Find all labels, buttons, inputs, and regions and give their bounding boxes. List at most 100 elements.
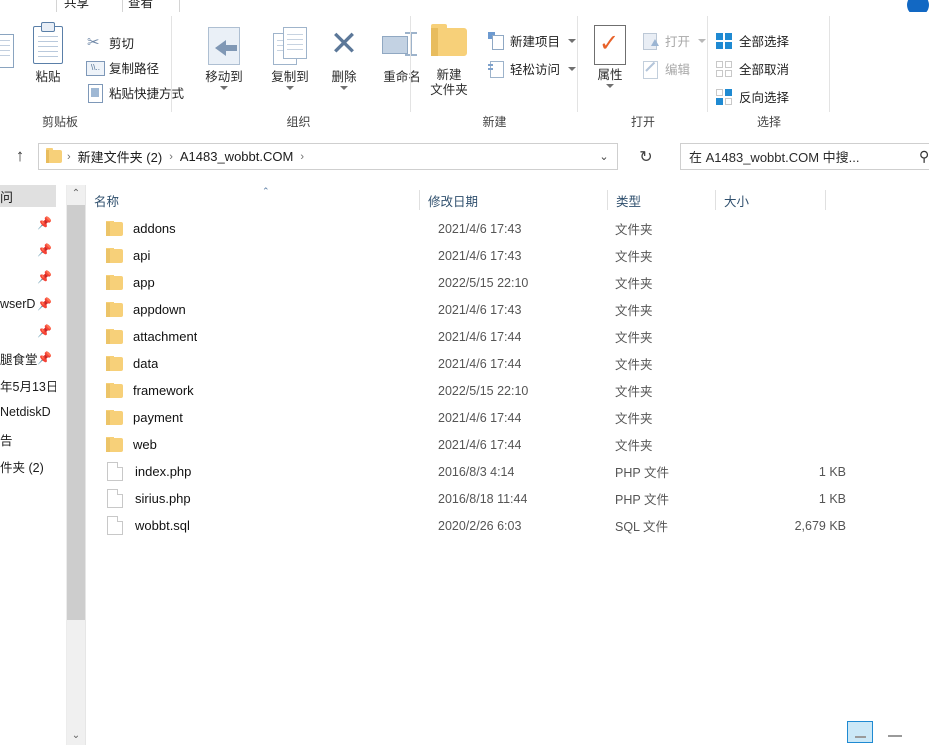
file-name-cell: framework: [106, 383, 194, 398]
table-row[interactable]: framework 2022/5/15 22:10 文件夹: [86, 377, 929, 404]
nav-item-10[interactable]: 件夹 (2): [0, 455, 56, 477]
paste-button[interactable]: 粘贴: [16, 22, 80, 85]
table-row[interactable]: data 2021/4/6 17:44 文件夹: [86, 350, 929, 377]
pin-icon[interactable]: 📌: [37, 270, 52, 284]
pin-icon[interactable]: 📌: [37, 216, 52, 230]
navigation-pane-scrollbar[interactable]: ⌃ ⌄: [66, 185, 85, 745]
pin-icon[interactable]: 📌: [37, 297, 52, 311]
select-none-button[interactable]: 全部取消: [716, 59, 789, 78]
nav-item-4[interactable]: wserD 📌: [0, 293, 56, 315]
chevron-down-icon[interactable]: [568, 66, 577, 71]
copy-to-icon: [258, 24, 322, 70]
easy-access-icon: [487, 60, 505, 78]
cut-button[interactable]: ✂ 剪切: [86, 33, 134, 52]
open-button[interactable]: 打开: [642, 31, 707, 50]
delete-button[interactable]: ✕ 删除: [319, 24, 369, 90]
file-type-cell: 文件夹: [615, 331, 653, 345]
table-row[interactable]: attachment 2021/4/6 17:44 文件夹: [86, 323, 929, 350]
search-icon[interactable]: ⚲: [907, 148, 929, 165]
pin-icon[interactable]: 📌: [37, 324, 52, 338]
column-header-date[interactable]: 修改日期: [420, 185, 608, 215]
file-name-cell: data: [106, 356, 158, 371]
breadcrumb-item-1[interactable]: A1483_wobbt.COM: [178, 149, 295, 164]
chevron-down-icon[interactable]: [698, 38, 707, 43]
chevron-down-icon[interactable]: [568, 38, 577, 43]
file-name-cell: payment: [106, 410, 183, 425]
table-row[interactable]: addons 2021/4/6 17:43 文件夹: [86, 215, 929, 242]
file-name: app: [133, 275, 155, 290]
search-input[interactable]: 在 A1483_wobbt.COM 中搜... ⚲: [680, 143, 929, 170]
tab-view[interactable]: 查看: [128, 0, 153, 11]
nav-item-0[interactable]: 问: [0, 185, 56, 207]
copy-to-button[interactable]: 复制到: [258, 24, 322, 90]
breadcrumb-separator: ›: [169, 150, 173, 163]
nav-item-label: wserD: [0, 297, 36, 311]
chevron-down-icon[interactable]: [220, 86, 228, 90]
up-arrow-icon[interactable]: ↑: [8, 145, 32, 169]
invert-selection-button[interactable]: 反向选择: [716, 87, 789, 106]
table-row[interactable]: web 2021/4/6 17:44 文件夹: [86, 431, 929, 458]
nav-item-3[interactable]: 📌: [0, 266, 56, 288]
edit-button[interactable]: 编辑: [642, 59, 690, 79]
nav-item-8[interactable]: NetdiskD: [0, 401, 56, 423]
scrollbar-thumb[interactable]: [67, 205, 85, 620]
nav-item-9[interactable]: 告: [0, 428, 56, 450]
file-size-cell: 2,679 KB: [794, 518, 846, 533]
large-icons-view-button[interactable]: [881, 721, 907, 743]
pin-to-quick-access-icon[interactable]: [0, 34, 14, 68]
file-date-cell: 2021/4/6 17:43: [438, 248, 522, 263]
properties-label: 属性: [597, 68, 623, 82]
new-item-icon: [487, 31, 505, 50]
nav-item-7[interactable]: 年5月13日: [0, 374, 56, 396]
column-header-name[interactable]: 名称 ⌃: [86, 185, 420, 215]
table-row[interactable]: index.php 2016/8/3 4:14 PHP 文件 1 KB: [86, 458, 929, 485]
easy-access-button[interactable]: 轻松访问: [487, 59, 577, 78]
chevron-down-icon[interactable]: [606, 84, 614, 88]
table-row[interactable]: app 2022/5/15 22:10 文件夹: [86, 269, 929, 296]
open-icon: [642, 32, 660, 50]
table-row[interactable]: sirius.php 2016/8/18 11:44 PHP 文件 1 KB: [86, 485, 929, 512]
column-header-type[interactable]: 类型: [608, 185, 716, 215]
breadcrumb-item-0[interactable]: 新建文件夹 (2): [76, 147, 165, 166]
table-row[interactable]: wobbt.sql 2020/2/26 6:03 SQL 文件 2,679 KB: [86, 512, 929, 539]
status-bar-view-buttons: [819, 719, 929, 745]
select-all-button[interactable]: 全部选择: [716, 31, 789, 50]
pin-icon[interactable]: 📌: [37, 351, 52, 365]
file-name-cell: appdown: [106, 302, 186, 317]
ribbon-group-select-label: 选择: [756, 115, 781, 129]
table-row[interactable]: api 2021/4/6 17:43 文件夹: [86, 242, 929, 269]
scissors-icon: ✂: [87, 33, 100, 51]
chevron-down-icon[interactable]: ⌄: [67, 727, 85, 745]
chevron-down-icon[interactable]: [286, 86, 294, 90]
copy-path-button[interactable]: \\.. 复制路径: [86, 58, 159, 77]
nav-item-1[interactable]: 📌: [0, 212, 56, 234]
file-name-cell: attachment: [106, 329, 197, 344]
chevron-up-icon[interactable]: ⌃: [67, 185, 85, 203]
nav-item-6[interactable]: 腿食堂 📌: [0, 347, 56, 369]
tab-share[interactable]: 共享: [64, 0, 89, 11]
breadcrumb[interactable]: › 新建文件夹 (2) › A1483_wobbt.COM › ⌄: [38, 143, 618, 170]
chevron-down-icon[interactable]: [340, 86, 348, 90]
file-name-cell: wobbt.sql: [106, 516, 190, 535]
pin-icon[interactable]: 📌: [37, 243, 52, 257]
new-item-button[interactable]: 新建项目: [487, 31, 577, 50]
easy-access-label: 轻松访问: [510, 63, 561, 77]
delete-label: 删除: [331, 70, 357, 84]
file-icon: [107, 462, 123, 481]
chevron-down-icon[interactable]: ⌄: [591, 144, 617, 169]
paste-shortcut-button[interactable]: 粘贴快捷方式: [86, 83, 184, 103]
copy-path-icon: \\..: [86, 59, 105, 77]
move-to-button[interactable]: 移动到: [192, 24, 256, 90]
column-header-size[interactable]: 大小: [716, 185, 826, 215]
properties-button[interactable]: ✓ 属性: [582, 22, 638, 88]
column-header-size-label: 大小: [724, 194, 750, 209]
new-folder-button[interactable]: 新建 文件夹: [417, 22, 481, 98]
refresh-icon[interactable]: ↻: [632, 143, 660, 170]
table-row[interactable]: appdown 2021/4/6 17:43 文件夹: [86, 296, 929, 323]
nav-item-2[interactable]: 📌: [0, 239, 56, 261]
table-row[interactable]: payment 2021/4/6 17:44 文件夹: [86, 404, 929, 431]
nav-item-5[interactable]: 📌: [0, 320, 56, 342]
file-name: api: [133, 248, 151, 263]
details-view-button[interactable]: [847, 721, 873, 743]
breadcrumb-separator[interactable]: ›: [295, 151, 309, 163]
